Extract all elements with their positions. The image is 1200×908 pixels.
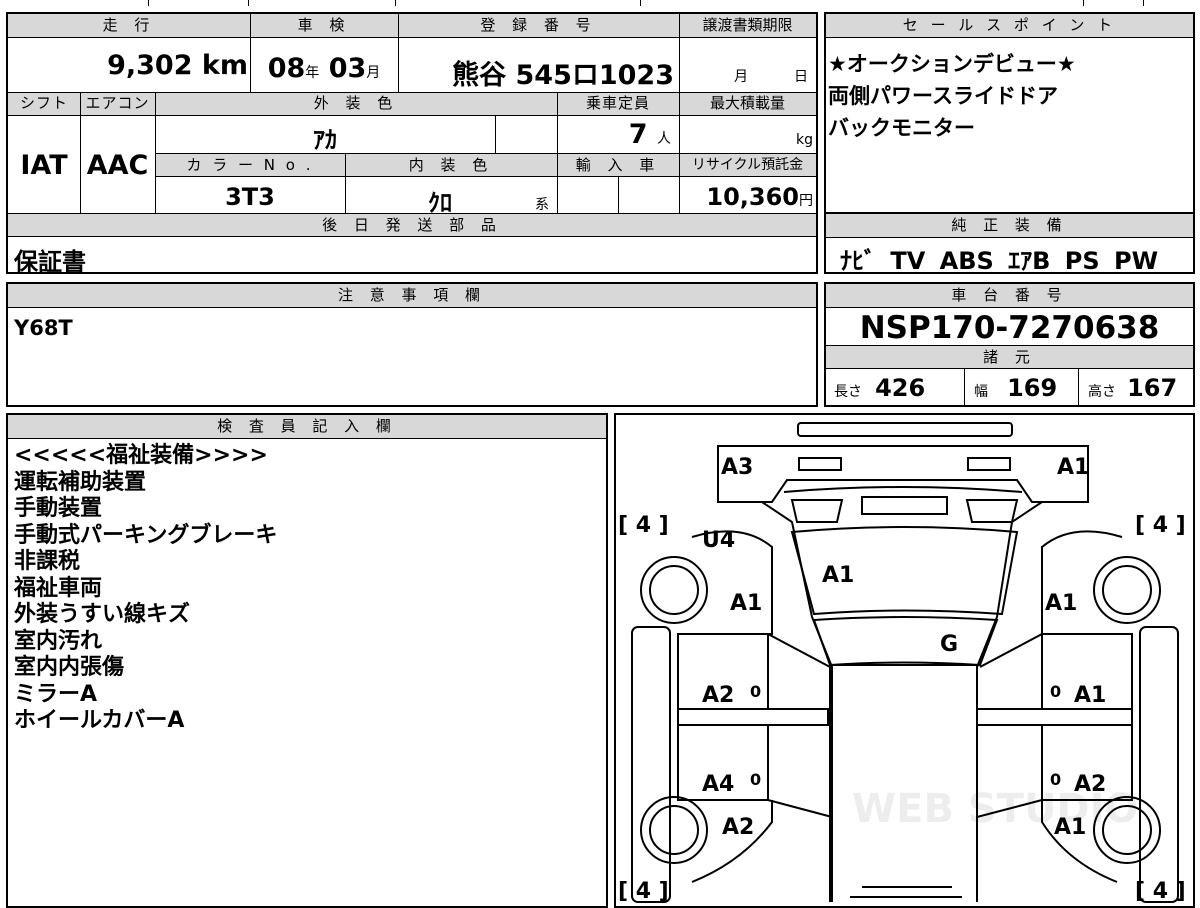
sales-points-box: セ ー ル ス ポ イ ン ト ★オークションデビュー★ 両側パワースライドドア… [824,12,1195,214]
recycle-number: 10,360 [706,183,799,211]
equipment-items: ﾅﾋﾞ TV ABS ｴｱB PS PW [840,247,1159,275]
inspector-line: 室内汚れ [14,628,103,654]
tire-front-left: [ 4 ] [618,513,669,538]
mark-a1-windshield: A1 [822,563,854,588]
inspector-line: 非課税 [14,549,81,574]
year-unit: 年 [305,65,320,81]
mark-u4: U4 [702,528,735,553]
mileage-number: 9,302 [107,50,193,81]
inspector-line: 手動式パーキングブレーキ [14,522,278,548]
inspector-line: 運転補助装置 [14,469,147,495]
import-header: 輸 入 車 [557,153,679,177]
mileage-unit: km [201,50,248,81]
later-parts-header: 後 日 発 送 部 品 [8,213,816,237]
height-value: 167 [1127,374,1178,402]
chassis-box: 車 台 番 号 NSP170-7270638 諸 元 長さ 426 幅 169 … [824,282,1195,407]
registration-number: 熊谷 545ロ1023 [452,60,674,91]
mark-a1-top-right: A1 [1057,455,1089,480]
capacity-header: 乗車定員 [557,92,679,116]
specs-header: 諸 元 [826,345,1193,369]
sales-point-item: バックモニター [828,116,975,140]
aircon-value: AAC [86,150,149,181]
inspector-line: 手動装置 [14,496,103,521]
exterior-header: 外 装 色 [155,92,557,116]
inspector-line: 福祉車両 [14,575,103,601]
spec-length: 長さ 426 [834,374,925,402]
mileage-value: 9,302 km [8,50,248,81]
interior-suffix: 系 [535,197,549,213]
deadline-month: 月 [734,69,748,85]
mark-a2-left-rear: A2 [722,815,754,840]
notes-header: 注 意 事 項 欄 [8,284,816,308]
mileage-header: 走 行 [8,14,250,38]
car-diagram: A3 A1 U4 A1 A1 A1 G A2 A1 A4 A2 A2 A1 0 … [618,422,1186,904]
equipment-header: 純 正 装 備 [826,214,1193,238]
recycle-header: リサイクル預託金 [679,153,816,177]
mark-a4-left-rear-door: A4 [702,772,734,797]
later-parts-value: 保証書 [14,248,86,276]
inspector-line: ホイールカバーA [14,708,185,733]
colorno-value: 3T3 [225,183,275,211]
inspector-line: ミラーA [14,681,98,707]
interior-header: 内 装 色 [345,153,557,177]
deadline-header: 譲渡書類期限 [679,14,816,38]
inspection-date: 08年 03月 [250,53,398,84]
mark-a1-right-front-door: A1 [1074,683,1106,708]
inspector-header: 検 査 員 記 入 欄 [8,415,606,439]
equipment-box: 純 正 装 備 ﾅﾋﾞ TV ABS ｴｱB PS PW [824,212,1195,275]
capacity-value: 7 人 [557,119,677,150]
mark-g: G [940,632,958,657]
length-label: 長さ [834,384,862,400]
capacity-unit: 人 [657,131,671,147]
height-label: 高さ [1088,384,1116,400]
colorno-header: カ ラ ー N o . [155,153,345,177]
tire-rear-left: [ 4 ] [618,879,669,904]
mark-zero: 0 [1050,682,1061,701]
inspector-box: 検 査 員 記 入 欄 <<<<<福祉装備>>>> 運転補助装置 手動装置 手動… [6,413,608,908]
recycle-unit: 円 [799,193,813,209]
spec-height: 高さ 167 [1088,374,1177,402]
mark-a1-right-fender: A1 [1045,591,1077,616]
vehicle-info-box: 走 行 車 検 登 録 番 号 譲渡書類期限 9,302 km 08年 03月 … [6,12,818,276]
top-strip [0,0,1200,8]
shift-value: IAT [20,150,68,181]
mark-zero: 0 [750,770,761,789]
aircon-header: エアコン [80,92,155,116]
mark-a3: A3 [721,455,753,480]
notes-box: 注 意 事 項 欄 Y68T [6,282,818,407]
mark-a2-left-front-door: A2 [702,683,734,708]
recycle-value: 10,360円 [679,183,813,211]
tire-rear-right: [ 4 ] [1135,879,1186,904]
length-value: 426 [875,374,926,402]
notes-text: Y68T [14,316,73,340]
shift-header: シフト [8,92,80,116]
car-diagram-box: A3 A1 U4 A1 A1 A1 G A2 A1 A4 A2 A2 A1 0 … [614,413,1195,908]
chassis-header: 車 台 番 号 [826,284,1193,308]
chassis-number: NSP170-7270638 [859,310,1160,346]
inspector-line: <<<<<福祉装備>>>> [14,443,268,468]
maxload-header: 最大積載量 [679,92,816,116]
width-label: 幅 [974,384,988,400]
sales-point-item: 両側パワースライドドア [828,84,1058,108]
maxload-unit: kg [796,132,813,148]
sales-point-item: ★オークションデビュー★ [828,52,1076,76]
inspector-line: 外装うすい線キズ [14,602,191,627]
sales-points-header: セ ー ル ス ポ イ ン ト [826,14,1193,38]
mark-zero: 0 [750,682,761,701]
spec-width: 幅 169 [974,374,1057,402]
capacity-number: 7 [628,119,648,150]
tire-front-right: [ 4 ] [1135,513,1186,538]
exterior-color-value: ｱｶ [313,126,337,154]
deadline-day: 日 [794,69,808,85]
inspection-header: 車 検 [250,14,398,38]
mark-a1-left-fender: A1 [730,591,762,616]
month-unit: 月 [366,65,381,81]
width-value: 169 [1007,374,1058,402]
registration-header: 登 録 番 号 [398,14,679,38]
inspection-year: 08 [267,53,306,84]
inspector-line: 室内内張傷 [14,655,125,680]
inspection-month: 03 [328,53,367,84]
watermark: WEB STUDIO [852,786,1139,832]
